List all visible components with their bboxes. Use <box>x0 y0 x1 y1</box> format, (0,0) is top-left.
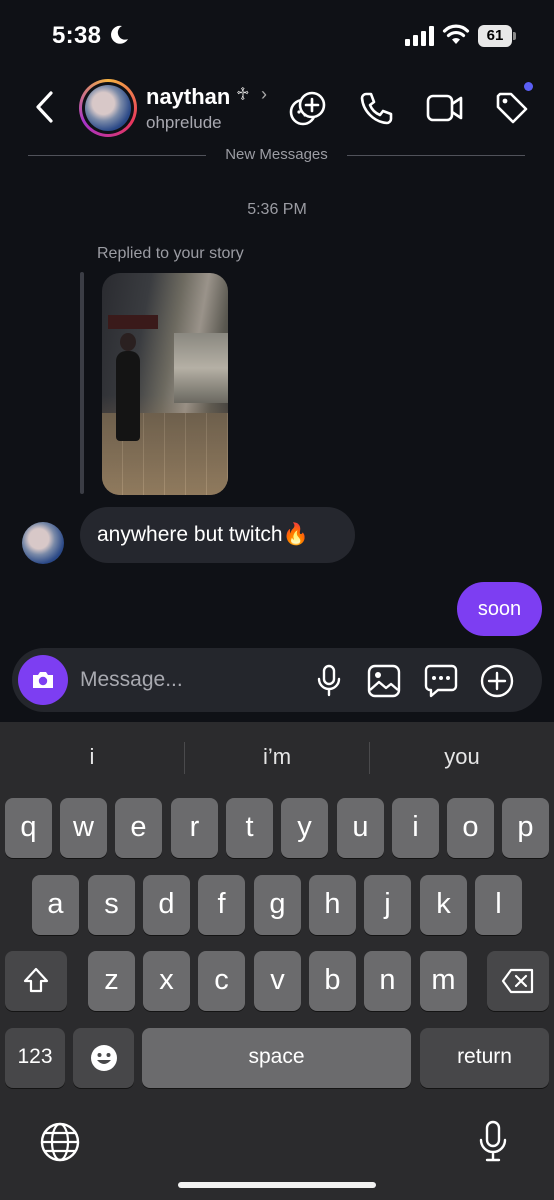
keyboard: i i’m you q w e r t y u i o p a s d f g … <box>0 722 554 1200</box>
battery-level: 61 <box>478 25 512 47</box>
home-indicator <box>178 1182 376 1188</box>
key-a[interactable]: a <box>32 875 79 935</box>
key-o[interactable]: o <box>447 798 494 858</box>
numbers-key[interactable]: 123 <box>5 1028 65 1088</box>
emoji-icon <box>90 1045 117 1071</box>
key-h[interactable]: h <box>309 875 356 935</box>
message-input[interactable] <box>80 666 300 694</box>
shift-key[interactable] <box>5 951 67 1011</box>
back-icon[interactable] <box>32 90 58 124</box>
key-b[interactable]: b <box>309 951 356 1011</box>
status-time: 5:38 <box>52 22 102 49</box>
suggestion-1[interactable]: i <box>0 744 184 770</box>
key-k[interactable]: k <box>420 875 467 935</box>
wifi-icon <box>442 24 470 44</box>
outgoing-message[interactable]: soon <box>457 582 542 636</box>
incoming-message-text: anywhere but twitch <box>97 523 283 546</box>
backspace-icon <box>501 968 534 994</box>
name-badge: ♱ <box>236 84 250 104</box>
divider-line <box>28 155 206 156</box>
space-key[interactable]: space <box>142 1028 411 1088</box>
key-p[interactable]: p <box>502 798 549 858</box>
suggestion-3[interactable]: you <box>370 744 554 770</box>
signal-icon <box>405 26 434 46</box>
gallery-icon[interactable] <box>367 664 401 698</box>
key-z[interactable]: z <box>88 951 135 1011</box>
key-i[interactable]: i <box>392 798 439 858</box>
effects-icon[interactable] <box>288 90 326 128</box>
key-q[interactable]: q <box>5 798 52 858</box>
backspace-key[interactable] <box>487 951 549 1011</box>
sticker-icon[interactable] <box>424 664 458 698</box>
battery-icon: 61 <box>478 25 516 47</box>
key-r[interactable]: r <box>171 798 218 858</box>
phone-icon[interactable] <box>358 90 394 126</box>
key-j[interactable]: j <box>364 875 411 935</box>
emoji-key[interactable] <box>73 1028 134 1088</box>
reply-indicator-bar <box>80 272 84 494</box>
key-f[interactable]: f <box>198 875 245 935</box>
key-g[interactable]: g <box>254 875 301 935</box>
replied-to-story-label: Replied to your story <box>97 245 244 262</box>
key-u[interactable]: u <box>337 798 384 858</box>
fire-emoji: 🔥 <box>282 523 309 546</box>
key-e[interactable]: e <box>115 798 162 858</box>
suggestion-2[interactable]: i’m <box>185 744 369 770</box>
camera-button[interactable] <box>18 655 68 705</box>
contact-avatar[interactable] <box>79 79 137 137</box>
tag-icon[interactable] <box>494 90 530 126</box>
message-timestamp: 5:36 PM <box>247 201 307 218</box>
key-l[interactable]: l <box>475 875 522 935</box>
key-d[interactable]: d <box>143 875 190 935</box>
return-key[interactable]: return <box>420 1028 549 1088</box>
key-m[interactable]: m <box>420 951 467 1011</box>
chat-header: naythan ♱ › ohprelude <box>0 72 554 144</box>
message-composer <box>12 648 542 712</box>
incoming-message[interactable]: anywhere but twitch🔥 <box>80 507 355 563</box>
microphone-icon[interactable] <box>316 664 342 698</box>
key-v[interactable]: v <box>254 951 301 1011</box>
key-x[interactable]: x <box>143 951 190 1011</box>
contact-name[interactable]: naythan <box>146 84 230 110</box>
key-s[interactable]: s <box>88 875 135 935</box>
key-w[interactable]: w <box>60 798 107 858</box>
camera-icon <box>33 672 53 688</box>
video-icon[interactable] <box>426 90 464 126</box>
story-thumbnail[interactable] <box>102 273 228 495</box>
divider-line <box>347 155 525 156</box>
moon-icon <box>111 25 128 44</box>
sender-avatar[interactable] <box>22 522 64 564</box>
shift-icon <box>23 967 49 993</box>
notification-dot <box>524 82 533 91</box>
status-bar: 5:38 61 <box>0 0 554 72</box>
new-messages-divider: New Messages <box>225 146 328 163</box>
key-c[interactable]: c <box>198 951 245 1011</box>
dictation-icon[interactable] <box>478 1120 508 1164</box>
key-n[interactable]: n <box>364 951 411 1011</box>
plus-icon[interactable] <box>480 664 514 698</box>
globe-icon[interactable] <box>40 1122 80 1162</box>
key-y[interactable]: y <box>281 798 328 858</box>
contact-handle[interactable]: ohprelude <box>146 113 222 133</box>
key-t[interactable]: t <box>226 798 273 858</box>
chevron-right-icon[interactable]: › <box>261 84 267 105</box>
